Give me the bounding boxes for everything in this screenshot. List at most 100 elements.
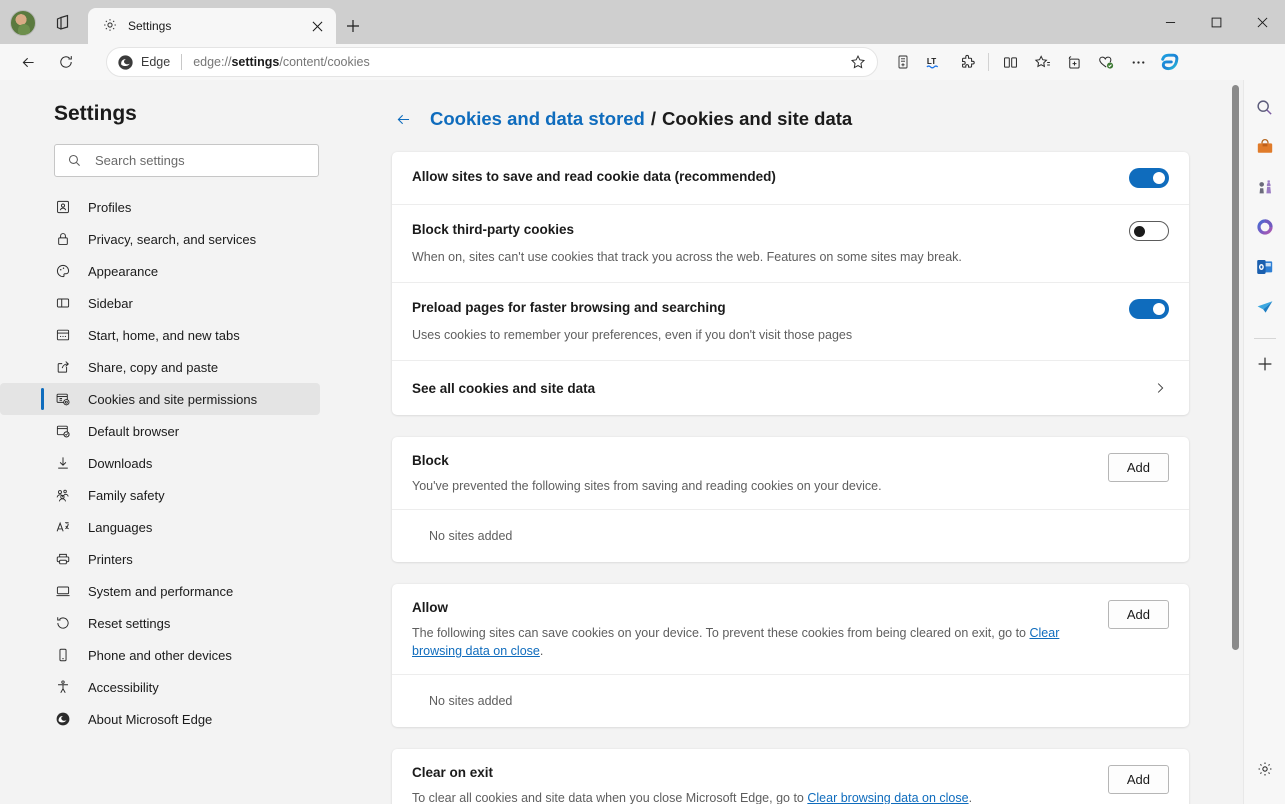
toggle-block-third-party-cookies[interactable] bbox=[1129, 221, 1169, 241]
sidebar-item-phone-other-devices[interactable]: Phone and other devices bbox=[0, 639, 346, 671]
omnibox-divider bbox=[181, 54, 183, 70]
section-desc-suffix: . bbox=[539, 644, 544, 658]
copilot-icon[interactable] bbox=[1155, 47, 1185, 77]
more-options-icon[interactable] bbox=[1123, 47, 1153, 77]
add-button-block[interactable]: Add bbox=[1107, 453, 1169, 482]
back-button[interactable] bbox=[12, 46, 44, 78]
title-bar: Settings bbox=[0, 0, 1285, 44]
browser-essentials-icon[interactable] bbox=[1091, 47, 1121, 77]
collections-icon[interactable] bbox=[1059, 47, 1089, 77]
add-sidebar-app-button[interactable] bbox=[1250, 349, 1280, 379]
sidebar-item-cookies-and-site-permissions[interactable]: Cookies and site permissions bbox=[0, 383, 320, 415]
omnibox-brand: Edge bbox=[141, 55, 171, 69]
edge-logo-icon bbox=[54, 710, 72, 728]
row-title: Allow sites to save and read cookie data… bbox=[412, 169, 776, 184]
sidebar-item-label: Profiles bbox=[88, 199, 132, 215]
sidebar-item-reset-settings[interactable]: Reset settings bbox=[0, 607, 346, 639]
tab-title: Settings bbox=[128, 19, 172, 33]
sidebar-item-printers[interactable]: Printers bbox=[0, 543, 346, 575]
sidebar-item-privacy[interactable]: Privacy, search, and services bbox=[0, 223, 346, 255]
section-desc-suffix: . bbox=[968, 791, 973, 804]
sidebar-item-label: Family safety bbox=[88, 487, 165, 503]
tab-actions-icon[interactable] bbox=[50, 12, 78, 34]
sidebar-item-about-microsoft-edge[interactable]: About Microsoft Edge bbox=[0, 703, 346, 735]
sidebar-item-label: Languages bbox=[88, 519, 153, 535]
home-window-icon bbox=[54, 326, 72, 344]
sidebar-item-accessibility[interactable]: Accessibility bbox=[0, 671, 346, 703]
profile-avatar[interactable] bbox=[10, 10, 36, 36]
sidebar-item-family-safety[interactable]: Family safety bbox=[0, 479, 346, 511]
close-icon[interactable] bbox=[306, 15, 328, 37]
sidebar-item-start-home[interactable]: Start, home, and new tabs bbox=[0, 319, 346, 351]
outlook-icon[interactable] bbox=[1250, 252, 1280, 282]
breadcrumb: Cookies and data stored / Cookies and si… bbox=[392, 108, 1189, 130]
toggle-preload-pages[interactable] bbox=[1129, 299, 1169, 319]
page-content: Settings Profiles bbox=[0, 80, 1243, 804]
add-button-clear-on-exit[interactable]: Add bbox=[1107, 765, 1169, 794]
row-block-third-party-cookies: Block third-party cookies When on, sites… bbox=[392, 204, 1189, 282]
sidebar-item-label: Reset settings bbox=[88, 615, 171, 631]
sidebar-item-label: Share, copy and paste bbox=[88, 359, 219, 375]
lock-icon bbox=[54, 230, 72, 248]
sidebar-item-label: Appearance bbox=[88, 263, 159, 279]
maximize-button[interactable] bbox=[1193, 0, 1239, 44]
split-screen-icon[interactable] bbox=[995, 47, 1025, 77]
sidebar-icon bbox=[54, 294, 72, 312]
sidebar-item-label: Accessibility bbox=[88, 679, 159, 695]
sidebar-item-default-browser[interactable]: Default browser bbox=[0, 415, 346, 447]
omnibox-url[interactable]: edge://settings/content/cookies bbox=[193, 55, 845, 69]
shopping-icon[interactable] bbox=[1250, 132, 1280, 162]
settings-sidebar: Settings Profiles bbox=[0, 80, 346, 804]
send-icon[interactable] bbox=[1250, 292, 1280, 322]
sidebar-item-appearance[interactable]: Appearance bbox=[0, 255, 346, 287]
favorites-icon[interactable] bbox=[1027, 47, 1057, 77]
row-see-all-cookies[interactable]: See all cookies and site data bbox=[392, 360, 1189, 415]
profile-icon bbox=[54, 198, 72, 216]
refresh-button[interactable] bbox=[50, 46, 82, 78]
address-bar[interactable]: Edge edge://settings/content/cookies bbox=[106, 47, 878, 77]
minimize-button[interactable] bbox=[1147, 0, 1193, 44]
extensions-icon[interactable] bbox=[952, 47, 982, 77]
new-tab-button[interactable] bbox=[340, 13, 366, 39]
section-description: To clear all cookies and site data when … bbox=[412, 789, 972, 804]
sidebar-item-profiles[interactable]: Profiles bbox=[0, 191, 346, 223]
sidebar-item-label: Cookies and site permissions bbox=[88, 391, 258, 407]
search-icon[interactable] bbox=[1250, 92, 1280, 122]
edge-logo-icon bbox=[117, 53, 135, 71]
sidebar-item-label: About Microsoft Edge bbox=[88, 711, 213, 727]
search-settings-box[interactable] bbox=[54, 144, 319, 177]
scrollbar-thumb[interactable] bbox=[1232, 85, 1239, 650]
microsoft365-icon[interactable] bbox=[1250, 212, 1280, 242]
clear-on-exit-section-card: Clear on exit To clear all cookies and s… bbox=[392, 749, 1189, 804]
sidebar-item-languages[interactable]: Languages bbox=[0, 511, 346, 543]
tab-settings[interactable]: Settings bbox=[88, 8, 336, 44]
search-input[interactable] bbox=[95, 153, 295, 168]
toolbar-divider bbox=[988, 53, 989, 71]
sidebar-item-sidebar[interactable]: Sidebar bbox=[0, 287, 346, 319]
toggle-allow-sites-save-read[interactable] bbox=[1129, 168, 1169, 188]
sidebar-item-label: Printers bbox=[88, 551, 133, 567]
section-title: Allow bbox=[412, 600, 448, 615]
sidebar-item-share-copy-paste[interactable]: Share, copy and paste bbox=[0, 351, 346, 383]
section-desc-text: You've prevented the following sites fro… bbox=[412, 479, 882, 493]
breadcrumb-parent-link[interactable]: Cookies and data stored bbox=[430, 108, 645, 130]
clear-browsing-data-on-close-link[interactable]: Clear browsing data on close bbox=[807, 791, 968, 804]
sidebar-item-downloads[interactable]: Downloads bbox=[0, 447, 346, 479]
games-icon[interactable] bbox=[1250, 172, 1280, 202]
sidebar-item-system-performance[interactable]: System and performance bbox=[0, 575, 346, 607]
gear-icon bbox=[102, 17, 120, 35]
add-button-allow[interactable]: Add bbox=[1107, 600, 1169, 629]
favorite-star-icon[interactable] bbox=[845, 49, 871, 75]
section-description: The following sites can save cookies on … bbox=[412, 624, 1108, 660]
add-to-collections-icon[interactable] bbox=[888, 47, 918, 77]
breadcrumb-back-icon[interactable] bbox=[392, 108, 414, 130]
languagetool-icon[interactable]: LT bbox=[920, 47, 950, 77]
sidebar-settings-gear-icon[interactable] bbox=[1250, 754, 1280, 784]
close-button[interactable] bbox=[1239, 0, 1285, 44]
url-suffix: /content/cookies bbox=[279, 55, 370, 69]
section-description: You've prevented the following sites fro… bbox=[412, 477, 882, 495]
cookie-settings-card: Allow sites to save and read cookie data… bbox=[392, 152, 1189, 415]
content-scrollbar[interactable] bbox=[1232, 85, 1239, 799]
row-title: Block third-party cookies bbox=[412, 222, 575, 237]
section-title: Clear on exit bbox=[412, 765, 494, 780]
